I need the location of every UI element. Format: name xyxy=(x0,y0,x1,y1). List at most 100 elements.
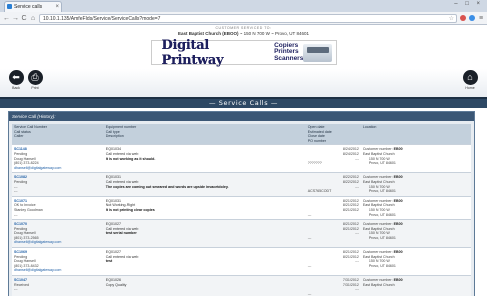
window-controls[interactable]: – □ × xyxy=(454,1,483,7)
customer-number-label: Customer number: xyxy=(362,175,393,180)
reload-icon[interactable]: C xyxy=(21,15,27,22)
call-description: It is not working as it should. xyxy=(105,156,156,161)
table-row[interactable]: SC1069 Pending Doug Hansell (801) 373-8432 d… xyxy=(12,247,471,276)
header-text: Caller xyxy=(14,134,24,139)
customer-number-label: Customer number: xyxy=(362,147,393,152)
table-row[interactable]: SC1047 Received --- EQ01026 Copy Quality 7/31… xyxy=(12,275,471,296)
cell-location: Customer number: EB00 East Baptist Church… xyxy=(360,144,471,173)
po-number: ACS765CODT xyxy=(307,189,332,194)
address-bar-url: 10.10.1.135/AmfeFIds/Service/ServiceCall… xyxy=(43,15,161,22)
cell-dates: 8/21/2012 8/21/2012 --- --- xyxy=(305,247,361,276)
panel-title: Service Call (History): xyxy=(9,112,474,121)
cell-call: SC1148 Pending Doug Hansell (801) 373-8224 d… xyxy=(12,144,104,173)
customer-line: East Baptist Church (EBOO) ~ 150 N 700 W… xyxy=(0,31,487,36)
cell-location: Customer number: EB00 East Baptist Church… xyxy=(360,247,471,276)
cell-equipment: EQ01031 Not Working-Right It is not printi… xyxy=(103,195,306,220)
bookmark-star-icon[interactable]: ☆ xyxy=(449,15,454,23)
call-description: The copies are coming out smeared and wo… xyxy=(105,184,229,189)
cell-dates: 8/24/2012 8/24/2012 ---??????? xyxy=(305,144,361,173)
customer-name: East Baptist Church (EBOO) xyxy=(178,31,239,36)
caller-info: --- xyxy=(14,189,18,194)
caller-info[interactable]: dhansell@digitalgateway.com xyxy=(14,268,102,273)
home-button[interactable]: ⌂ Home xyxy=(461,70,479,90)
cell-dates: 8/21/2012 8/21/2012 --- --- xyxy=(305,219,361,248)
call-description: test serial number xyxy=(105,231,137,236)
customer-number: EB00 xyxy=(393,278,403,283)
location-line: Provo, UT 84601 xyxy=(368,189,396,194)
table-body: SC1148 Pending Doug Hansell (801) 373-8224 d… xyxy=(12,144,471,296)
menu-icon[interactable]: ≡ xyxy=(478,15,484,22)
customer-address: ~ 150 N 700 W ~ Provo, UT 84601 xyxy=(239,31,309,36)
po-number: --- xyxy=(307,235,312,240)
print-label: Print xyxy=(31,86,39,90)
po-number: --- xyxy=(307,291,312,296)
page-title: — Service Calls — xyxy=(0,97,487,108)
home-label: Home xyxy=(465,86,475,90)
call-description: test xyxy=(105,259,113,264)
caller-info[interactable]: dhansell@digitalgateway.com xyxy=(14,240,102,245)
browser-toolbar: ← → C ⌂ 10.10.1.135/AmfeFIds/Service/Ser… xyxy=(0,12,487,25)
browser-tab[interactable]: Service calls × xyxy=(4,1,62,12)
customer-number: EB00 xyxy=(393,250,403,255)
forward-arrow-icon[interactable]: → xyxy=(12,15,19,22)
browser-tab-strip: Service calls × – □ × xyxy=(0,0,487,12)
back-button[interactable]: ⬅ Back xyxy=(7,70,25,90)
back-arrow-icon[interactable]: ← xyxy=(3,15,10,22)
location-line: Provo, UT 84601 xyxy=(368,161,396,166)
printer-image xyxy=(303,43,332,62)
table-row[interactable]: SC1071 OK to Invoice Stanley Goodman --- EQ0… xyxy=(12,195,471,220)
print-button[interactable]: ⎙ Print xyxy=(26,70,44,90)
table-row[interactable]: SC1070 Pending Doug Hansell (801) 373-2565 d… xyxy=(12,219,471,248)
company-banner: Digital Printway Copiers Printers Scanne… xyxy=(150,38,337,68)
cell-dates: 8/22/2012 8/22/2012 --- ACS765CODT xyxy=(305,172,361,197)
panel-body: Service Call Number Call status Caller E… xyxy=(9,121,474,296)
location-line: East Baptist Church xyxy=(362,282,395,287)
customer-caption: CUSTOMER SERVICED TO: xyxy=(215,26,272,30)
cell-dates: 7/31/2012 7/31/2012 --- --- xyxy=(305,275,361,296)
header-text: Description xyxy=(105,134,124,139)
caller-info: --- xyxy=(14,212,18,217)
home-icon[interactable]: ⌂ xyxy=(30,15,36,22)
cell-call: SC1047 Received --- xyxy=(12,275,104,296)
cell-call: SC1071 OK to Invoice Stanley Goodman --- xyxy=(12,195,104,220)
cell-location: Customer number: EB00 East Baptist Church… xyxy=(360,172,471,197)
customer-number-label: Customer number: xyxy=(362,222,393,227)
cell-call: SC1069 Pending Doug Hansell (801) 373-8432 d… xyxy=(12,247,104,276)
cell-equipment: EQ01034 Call entered via web It is not wor… xyxy=(103,144,306,173)
customer-number-label: Customer number: xyxy=(362,250,393,255)
home-icon: ⌂ xyxy=(462,70,478,85)
address-bar[interactable]: 10.10.1.135/AmfeFIds/Service/ServiceCall… xyxy=(39,13,457,23)
cell-equipment: EQ01026 Copy Quality xyxy=(103,275,306,296)
cell-location: Customer number: EB00 East Baptist Church… xyxy=(360,195,471,220)
customer-number-label: Customer number: xyxy=(362,278,393,283)
location-line: Provo, UT 84601 xyxy=(368,263,396,268)
extension-icon[interactable] xyxy=(460,15,466,21)
cell-location: Customer number: EB00 East Baptist Church… xyxy=(360,219,471,248)
location-line: Provo, UT 84601 xyxy=(368,235,396,240)
header-dates: Open date Estimated date Close date PO n… xyxy=(305,124,361,145)
location-line: Provo, UT 84601 xyxy=(368,212,396,217)
po-number: --- xyxy=(307,263,312,268)
cell-equipment: EQ01027 Call entered via web test serial n… xyxy=(103,219,306,248)
cell-location: Customer number: EB00 East Baptist Church xyxy=(360,275,471,296)
cell-equipment: EQ01027 Call entered via web test xyxy=(103,247,306,276)
tab-close-icon[interactable]: × xyxy=(55,2,59,12)
call-type: Copy Quality xyxy=(105,282,127,287)
cell-call: SC1070 Pending Doug Hansell (801) 373-2565 d… xyxy=(12,219,104,248)
extension-icon[interactable] xyxy=(469,15,475,21)
caller-info[interactable]: dhansell@digitalgateway.com xyxy=(14,166,102,171)
brand-services: Copiers Printers Scanners xyxy=(274,42,303,63)
customer-number: EB00 xyxy=(393,175,403,180)
table-row[interactable]: SC1148 Pending Doug Hansell (801) 373-8224 d… xyxy=(12,144,471,173)
table-row[interactable]: SC1082 Pending --- --- EQ01031 Call entered v… xyxy=(12,172,471,197)
customer-number: EB00 xyxy=(393,222,403,227)
header-equipment: Equipment number Call type Description xyxy=(103,124,306,145)
caller-info: --- xyxy=(14,287,18,292)
customer-header: CUSTOMER SERVICED TO: East Baptist Churc… xyxy=(0,25,487,36)
favicon-icon xyxy=(7,4,12,9)
cell-call: SC1082 Pending --- --- xyxy=(12,172,104,197)
header-call-number: Service Call Number Call status Caller xyxy=(12,124,104,145)
header-text: Location xyxy=(362,125,377,129)
tab-title: Service calls xyxy=(14,4,43,10)
back-icon: ⬅ xyxy=(8,70,24,85)
